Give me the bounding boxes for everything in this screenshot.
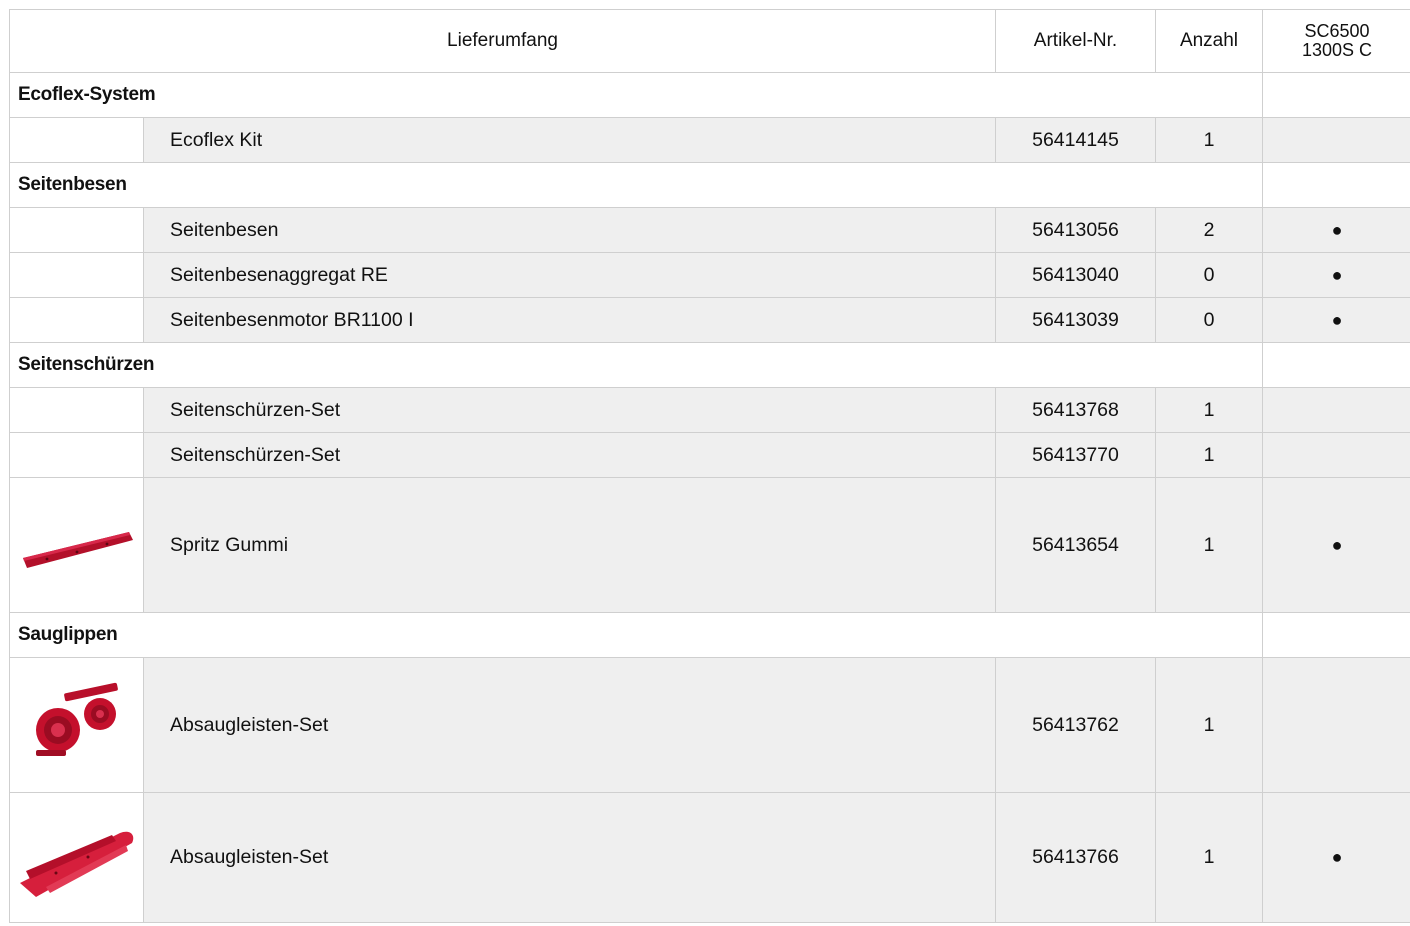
table-row: Absaugleisten-Set 56413766 1 ● xyxy=(9,792,1410,923)
category-model-cell xyxy=(1262,612,1410,658)
image-cell xyxy=(9,657,144,793)
item-name: Seitenbesen xyxy=(143,207,996,253)
header-model: SC6500 1300S C xyxy=(1262,9,1410,73)
item-name: Seitenbesenaggregat RE xyxy=(143,252,996,298)
item-quantity: 0 xyxy=(1155,252,1263,298)
item-availability-mark xyxy=(1262,387,1410,433)
header-row: Lieferumfang Artikel-Nr. Anzahl SC6500 1… xyxy=(9,9,1410,73)
header-description: Lieferumfang xyxy=(9,9,996,73)
parts-table: Lieferumfang Artikel-Nr. Anzahl SC6500 1… xyxy=(9,9,1410,923)
item-quantity: 1 xyxy=(1155,117,1263,163)
table-row: Absaugleisten-Set 56413762 1 xyxy=(9,657,1410,793)
image-cell xyxy=(9,432,144,478)
item-name: Absaugleisten-Set xyxy=(143,792,996,923)
category-model-cell xyxy=(1262,162,1410,208)
item-quantity: 1 xyxy=(1155,387,1263,433)
header-quantity: Anzahl xyxy=(1155,9,1263,73)
table-row: Seitenschürzen-Set 56413770 1 xyxy=(9,432,1410,478)
item-name: Seitenschürzen-Set xyxy=(143,387,996,433)
image-cell xyxy=(9,207,144,253)
item-quantity: 0 xyxy=(1155,297,1263,343)
item-name: Absaugleisten-Set xyxy=(143,657,996,793)
rubber-strip-image xyxy=(22,532,133,568)
item-availability-mark xyxy=(1262,432,1410,478)
item-name: Spritz Gummi xyxy=(143,477,996,613)
category-row: Sauglippen xyxy=(9,612,1410,658)
header-model-line1: SC6500 xyxy=(1304,21,1370,41)
item-name: Seitenschürzen-Set xyxy=(143,432,996,478)
table-row: Spritz Gummi 56413654 1 ● xyxy=(9,477,1410,613)
item-availability-mark: ● xyxy=(1262,297,1410,343)
image-cell xyxy=(9,792,144,923)
item-quantity: 2 xyxy=(1155,207,1263,253)
category-row: Seitenbesen xyxy=(9,162,1410,208)
item-article-number: 56413056 xyxy=(995,207,1156,253)
item-article-number: 56413040 xyxy=(995,252,1156,298)
image-cell xyxy=(9,297,144,343)
table-row: Seitenbesenmotor BR1100 I 56413039 0 ● xyxy=(9,297,1410,343)
item-article-number: 56413768 xyxy=(995,387,1156,433)
item-quantity: 1 xyxy=(1155,792,1263,923)
category-row: Ecoflex-System xyxy=(9,72,1410,118)
image-cell xyxy=(9,252,144,298)
image-cell xyxy=(9,387,144,433)
category-title: Ecoflex-System xyxy=(9,72,1263,118)
item-availability-mark xyxy=(1262,117,1410,163)
item-availability-mark: ● xyxy=(1262,252,1410,298)
table-row: Seitenschürzen-Set 56413768 1 xyxy=(9,387,1410,433)
category-title: Seitenbesen xyxy=(9,162,1263,208)
item-availability-mark: ● xyxy=(1262,477,1410,613)
category-title: Seitenschürzen xyxy=(9,342,1263,388)
item-article-number: 56413766 xyxy=(995,792,1156,923)
item-availability-mark: ● xyxy=(1262,207,1410,253)
rubber-rolls-image xyxy=(35,682,118,756)
header-article-number: Artikel-Nr. xyxy=(995,9,1156,73)
table-row: Seitenbesenaggregat RE 56413040 0 ● xyxy=(9,252,1410,298)
item-article-number: 56413654 xyxy=(995,477,1156,613)
item-name: Ecoflex Kit xyxy=(143,117,996,163)
category-model-cell xyxy=(1262,342,1410,388)
item-article-number: 56413762 xyxy=(995,657,1156,793)
image-cell xyxy=(9,117,144,163)
item-availability-mark: ● xyxy=(1262,792,1410,923)
item-name: Seitenbesenmotor BR1100 I xyxy=(143,297,996,343)
header-model-line2: 1300S C xyxy=(1301,40,1373,60)
category-title: Sauglippen xyxy=(9,612,1263,658)
item-quantity: 1 xyxy=(1155,432,1263,478)
category-row: Seitenschürzen xyxy=(9,342,1410,388)
category-model-cell xyxy=(1262,72,1410,118)
item-quantity: 1 xyxy=(1155,657,1263,793)
item-availability-mark xyxy=(1262,657,1410,793)
squeegee-blades-image xyxy=(19,831,133,897)
image-cell xyxy=(9,477,144,613)
item-article-number: 56414145 xyxy=(995,117,1156,163)
item-quantity: 1 xyxy=(1155,477,1263,613)
table-row: Seitenbesen 56413056 2 ● xyxy=(9,207,1410,253)
table-row: Ecoflex Kit 56414145 1 xyxy=(9,117,1410,163)
item-article-number: 56413770 xyxy=(995,432,1156,478)
item-article-number: 56413039 xyxy=(995,297,1156,343)
